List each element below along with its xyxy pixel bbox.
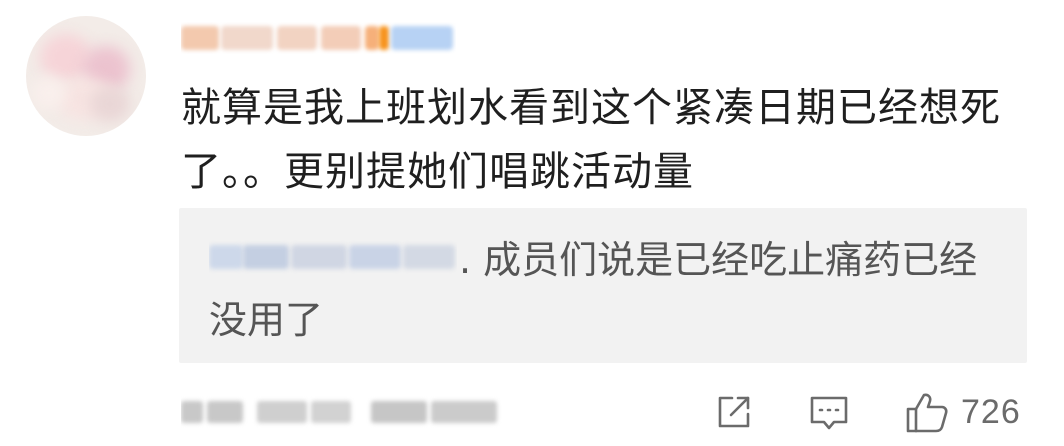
share-icon (712, 390, 756, 434)
username[interactable] (181, 22, 456, 54)
comment-line-1: 就算是我上班划水看到这个紧凑日期已经想死 (181, 85, 1001, 131)
thumbs-up-icon (903, 389, 951, 435)
comment-text: 就算是我上班划水看到这个紧凑日期已经想死 了。。更别提她们唱跳活动量 (181, 76, 1021, 204)
reply-box[interactable]: . 成员们说是已经吃止痛药已经没用了 (179, 208, 1027, 363)
avatar[interactable] (26, 16, 146, 136)
comment-icon (806, 390, 852, 434)
reply-button[interactable] (806, 388, 852, 436)
like-count: 726 (961, 392, 1021, 431)
like-button[interactable]: 726 (903, 388, 1021, 436)
reply-text: . 成员们说是已经吃止痛药已经没用了 (209, 238, 978, 342)
share-button[interactable] (712, 388, 756, 436)
comment-line-2: 了。。更别提她们唱跳活动量 (181, 149, 694, 195)
comment-meta (181, 395, 511, 429)
